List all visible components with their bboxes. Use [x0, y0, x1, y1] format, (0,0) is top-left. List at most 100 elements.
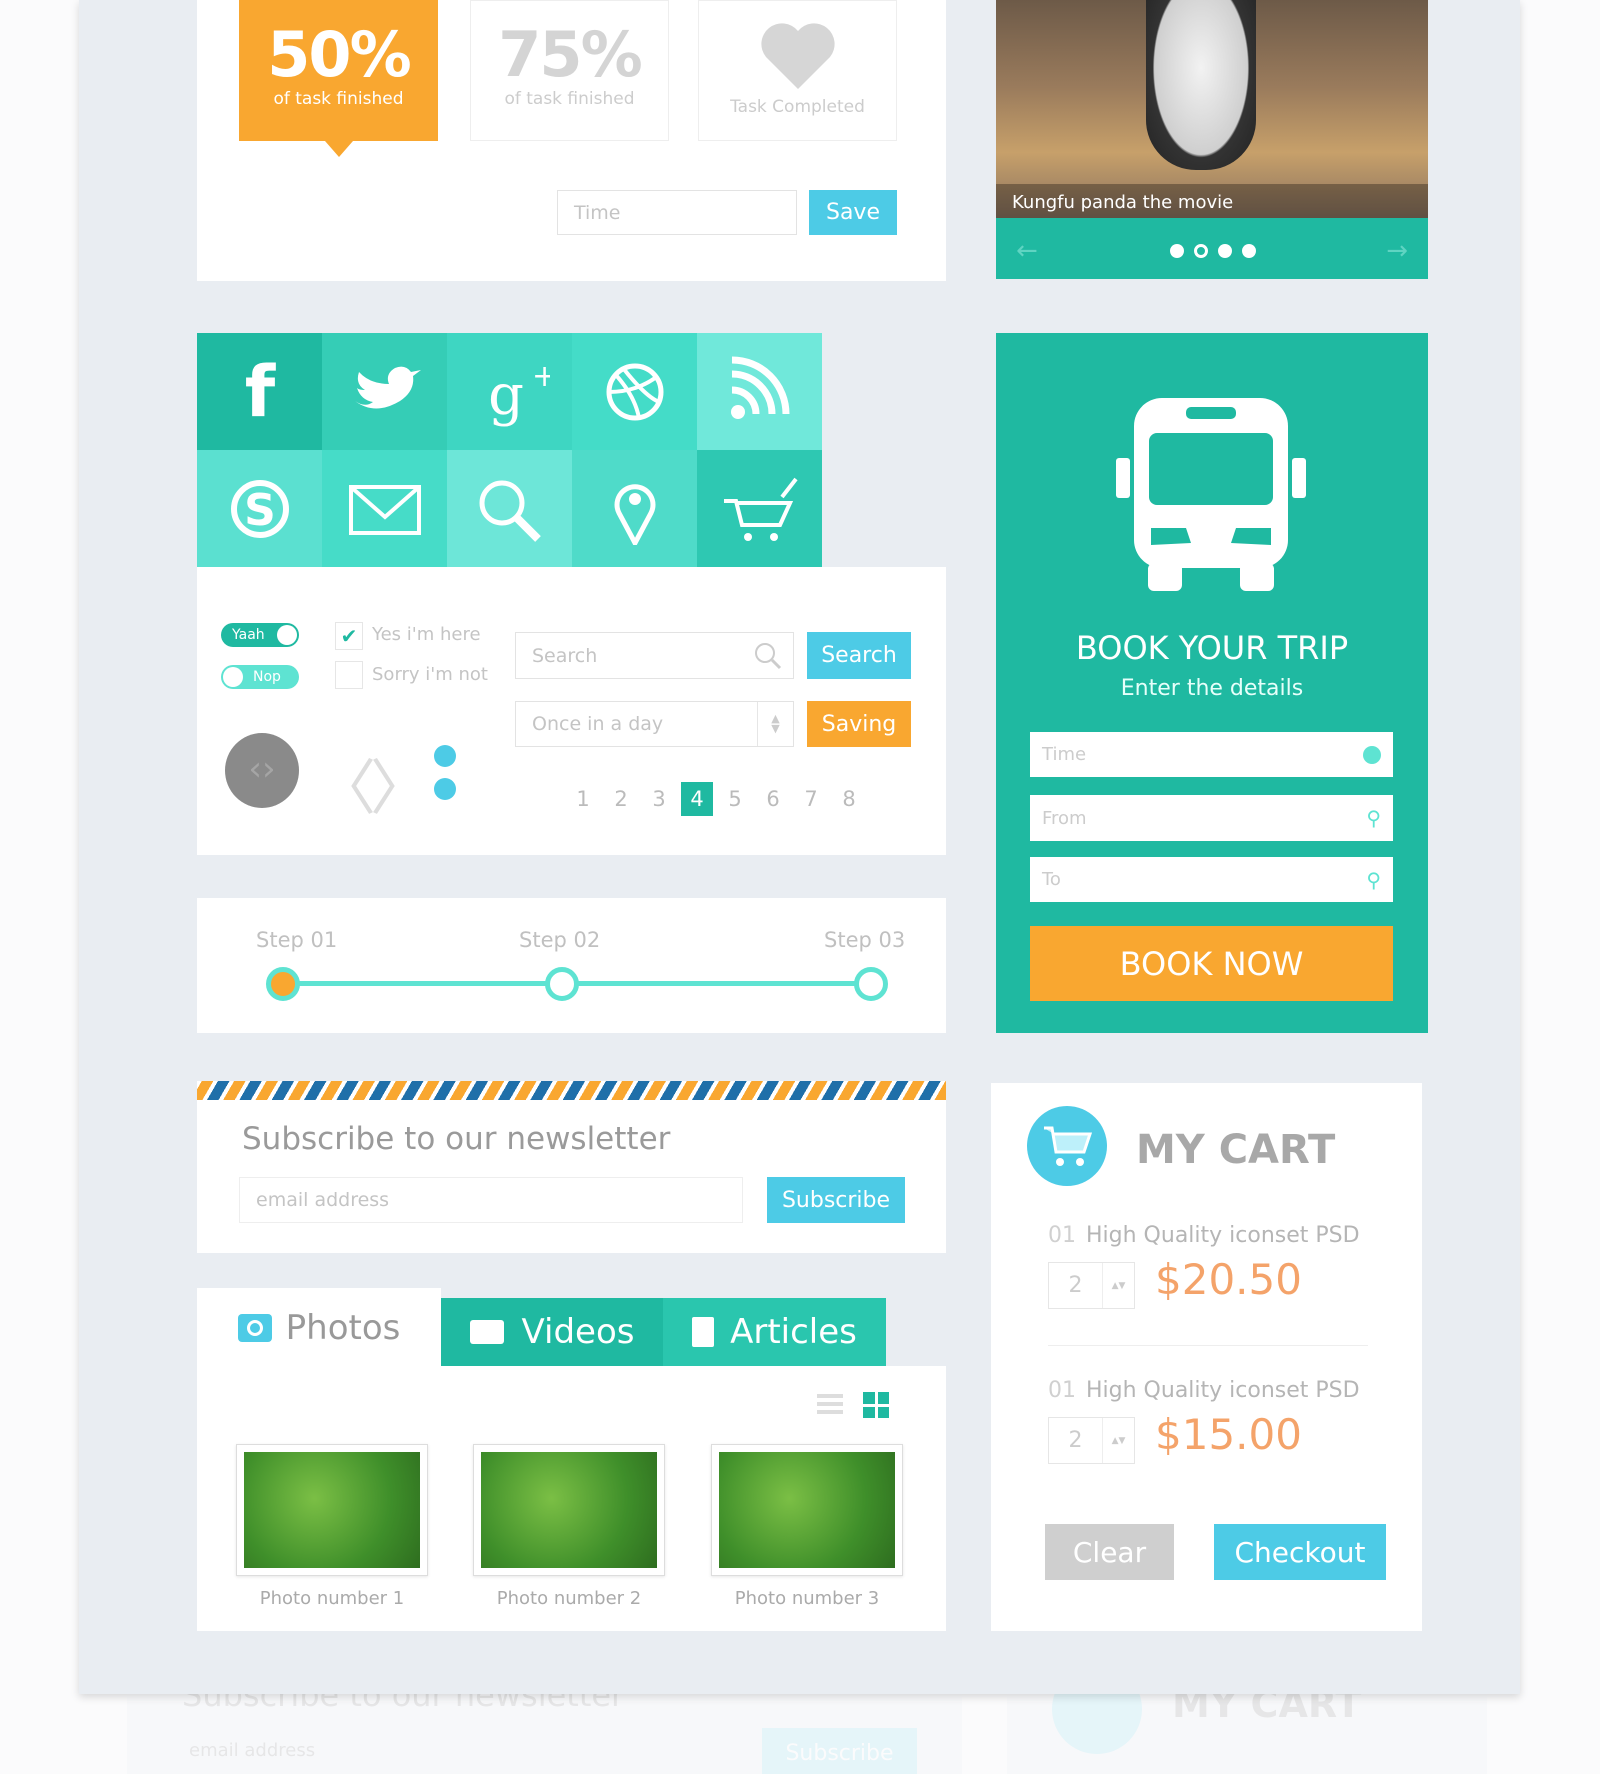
search-button[interactable]: Search	[807, 632, 911, 679]
time-input[interactable]: Time	[557, 190, 797, 235]
item-name: High Quality iconset PSD	[1086, 1223, 1360, 1248]
photo-thumbnail[interactable]	[236, 1444, 428, 1576]
svg-text:S: S	[244, 485, 276, 536]
toggle-nop[interactable]: Nop	[221, 665, 299, 689]
carousel-dots	[1170, 244, 1256, 258]
subscribe-button[interactable]: Subscribe	[767, 1177, 905, 1223]
checkbox-label: Yes i'm here	[372, 624, 481, 645]
checkbox-yes[interactable]: ✔	[335, 622, 363, 650]
page-link[interactable]: 6	[757, 782, 789, 816]
social-tile[interactable]	[697, 450, 822, 567]
search-icon	[479, 480, 541, 542]
save-button[interactable]: Save	[809, 190, 897, 235]
unlink-dot-icon[interactable]	[434, 778, 456, 800]
carousel-dot[interactable]	[1218, 244, 1232, 258]
field-placeholder: Time	[1042, 744, 1087, 765]
code-circle-button[interactable]: ‹›	[225, 733, 299, 808]
link-dot-icon[interactable]	[434, 745, 456, 767]
step-label: Step 03	[824, 928, 906, 952]
steps-card: Step 01 Step 02 Step 03	[197, 898, 946, 1033]
cart-title: MY CART	[1136, 1127, 1336, 1173]
stat-label: Task Completed	[730, 97, 865, 117]
toggle-label: Yaah	[232, 627, 265, 643]
list-view-icon[interactable]	[817, 1394, 843, 1416]
search-icon	[755, 642, 782, 669]
book-now-button[interactable]: BOOK NOW	[1030, 926, 1393, 1001]
photo-caption: Photo number 3	[734, 1588, 880, 1609]
google-plus-icon: g +	[488, 359, 550, 428]
clear-button[interactable]: Clear	[1045, 1524, 1174, 1580]
tab-label: Articles	[730, 1312, 857, 1352]
social-tile[interactable]: f	[197, 333, 322, 450]
page-link[interactable]: 3	[643, 782, 675, 816]
page-link[interactable]: 7	[795, 782, 827, 816]
social-tile[interactable]	[572, 450, 697, 567]
tab-videos[interactable]: Videos	[441, 1298, 663, 1366]
page-link[interactable]: 1	[567, 782, 599, 816]
checkout-button[interactable]: Checkout	[1214, 1524, 1386, 1580]
item-price: $20.50	[1155, 1255, 1302, 1304]
booking-to-input[interactable]: To ⚲	[1030, 857, 1393, 902]
photo-thumbnail[interactable]	[711, 1444, 903, 1576]
checkbox-sorry[interactable]	[335, 661, 363, 689]
social-tile[interactable]: g +	[447, 333, 572, 450]
social-tile[interactable]	[697, 333, 822, 450]
tab-photos[interactable]: Photos	[197, 1288, 441, 1368]
email-placeholder: email address	[256, 1189, 390, 1211]
carousel-dot[interactable]	[1194, 244, 1208, 258]
svg-text:+: +	[532, 359, 550, 394]
social-tile[interactable]	[447, 450, 572, 567]
tab-articles[interactable]: Articles	[663, 1298, 886, 1366]
search-input[interactable]: Search	[515, 632, 794, 679]
carousel-caption: Kungfu panda the movie	[1012, 192, 1234, 213]
photo-caption: Photo number 2	[496, 1588, 642, 1609]
page-link[interactable]: 4	[681, 782, 713, 816]
step-marker[interactable]	[545, 967, 579, 1001]
page-link[interactable]: 5	[719, 782, 751, 816]
stepper-arrows-icon[interactable]: ▲▼	[1102, 1263, 1134, 1308]
dribbble-icon	[606, 363, 663, 420]
prev-arrow-icon[interactable]: ←	[1016, 236, 1038, 266]
toggle-label: Nop	[253, 669, 281, 685]
toggle-yaah[interactable]: Yaah	[221, 623, 299, 647]
heart-icon	[760, 23, 835, 89]
next-arrow-icon[interactable]: →	[1386, 236, 1408, 266]
carousel-dot[interactable]	[1242, 244, 1256, 258]
frequency-select[interactable]: Once in a day ▲ ▼	[515, 701, 794, 747]
divider	[1048, 1345, 1368, 1346]
carousel-dot[interactable]	[1170, 244, 1184, 258]
social-tile[interactable]	[572, 333, 697, 450]
select-arrows-icon: ▲ ▼	[757, 702, 793, 746]
butterfly-image	[719, 1452, 895, 1568]
booking-from-input[interactable]: From ⚲	[1030, 795, 1393, 841]
stepper-arrows-icon[interactable]: ▲▼	[1102, 1418, 1134, 1463]
newsletter-title: Subscribe to our newsletter	[242, 1121, 671, 1157]
chevron-right-icon[interactable]: 〉	[370, 740, 430, 827]
tab-label: Videos	[521, 1312, 635, 1352]
butterfly-image	[481, 1452, 657, 1568]
stat-label: of task finished	[504, 89, 635, 109]
chevron-left-icon[interactable]: 〈	[316, 740, 376, 827]
social-tile[interactable]	[322, 333, 447, 450]
saving-button[interactable]: Saving	[807, 701, 911, 747]
toggle-knob	[223, 667, 243, 687]
photo-thumbnail[interactable]	[473, 1444, 665, 1576]
page-link[interactable]: 8	[833, 782, 865, 816]
reflection-subscribe: Subscribe	[762, 1728, 917, 1774]
tab-label: Photos	[285, 1308, 401, 1348]
item-price: $15.00	[1155, 1410, 1302, 1459]
quantity-stepper[interactable]: 2 ▲▼	[1048, 1262, 1135, 1309]
page-link[interactable]: 2	[605, 782, 637, 816]
email-input[interactable]: email address	[239, 1177, 743, 1223]
grid-view-icon[interactable]	[863, 1392, 889, 1418]
book-trip-card: BOOK YOUR TRIP Enter the details Time Fr…	[996, 333, 1428, 1033]
step-marker[interactable]	[266, 967, 300, 1001]
booking-time-input[interactable]: Time	[1030, 732, 1393, 777]
pagination: 12345678	[567, 782, 865, 816]
step-marker[interactable]	[854, 967, 888, 1001]
social-tile[interactable]: S	[197, 450, 322, 567]
social-tile[interactable]	[322, 450, 447, 567]
carousel-image: Kungfu panda the movie	[996, 0, 1428, 218]
quantity-stepper[interactable]: 2 ▲▼	[1048, 1417, 1135, 1464]
select-value: Once in a day	[532, 713, 664, 735]
